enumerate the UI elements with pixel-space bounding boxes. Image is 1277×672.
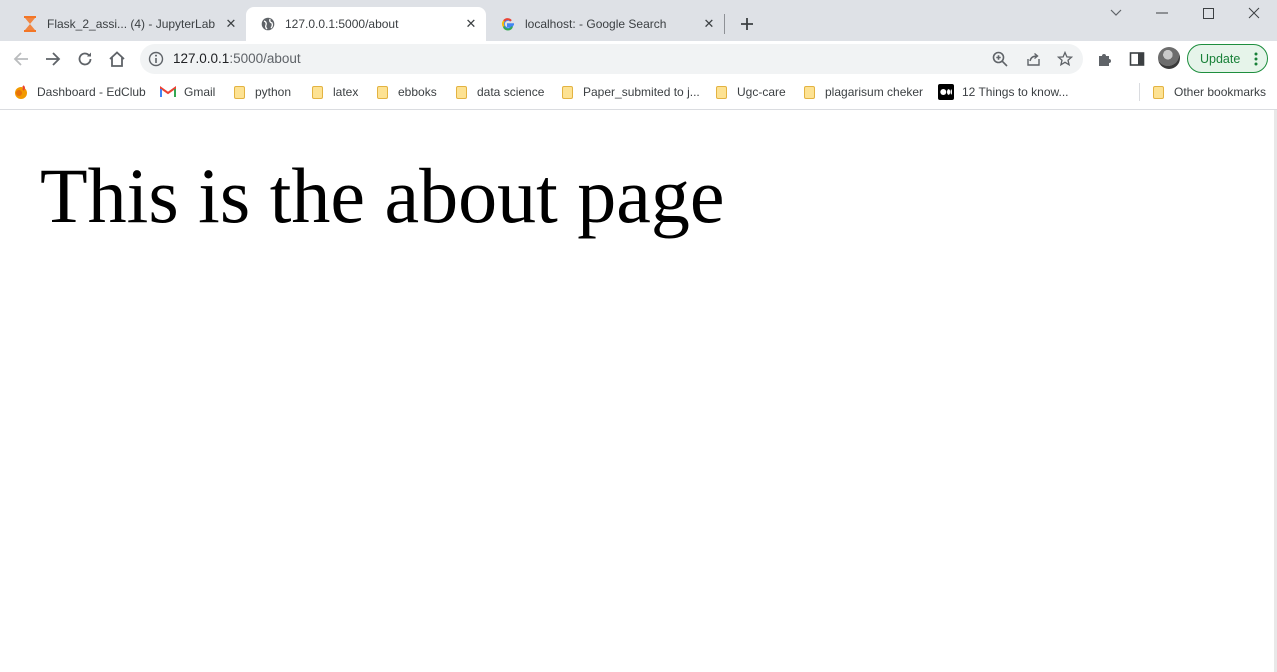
bookmarks-separator <box>1139 83 1140 101</box>
bookmark-label: Dashboard - EdClub <box>37 85 146 99</box>
folder-icon <box>231 84 247 100</box>
update-label: Update <box>1200 51 1241 66</box>
tab-jupyterlab[interactable]: Flask_2_assi... (4) - JupyterLab ✕ <box>8 7 246 41</box>
google-g-icon <box>500 16 516 32</box>
reload-button[interactable] <box>72 46 98 72</box>
url-text[interactable]: 127.0.0.1:5000/about <box>173 51 301 66</box>
bookmark-folder-python[interactable]: python <box>231 82 291 102</box>
update-button[interactable]: Update <box>1187 44 1268 73</box>
globe-icon <box>260 16 276 32</box>
web-page-content: This is the about page <box>0 110 1274 672</box>
close-window-button[interactable] <box>1231 0 1277 26</box>
tab-search-chevron-down-icon[interactable] <box>1093 0 1139 26</box>
address-bar[interactable]: 127.0.0.1:5000/about <box>140 44 1083 74</box>
bookmark-star-icon[interactable] <box>1055 49 1075 69</box>
url-path: :5000/about <box>229 51 301 66</box>
folder-icon <box>1150 84 1166 100</box>
jupyter-hourglass-icon <box>22 16 38 32</box>
tab-title: 127.0.0.1:5000/about <box>285 17 399 31</box>
bookmark-label: 12 Things to know... <box>962 85 1069 99</box>
bookmark-label: latex <box>333 85 359 99</box>
new-tab-button[interactable] <box>736 13 758 35</box>
tab-about-page[interactable]: 127.0.0.1:5000/about ✕ <box>246 7 486 41</box>
home-button[interactable] <box>104 46 130 72</box>
folder-icon <box>453 84 469 100</box>
edclub-icon <box>13 84 29 100</box>
bookmark-label: Other bookmarks <box>1174 85 1267 99</box>
bookmark-folder-ugc-care[interactable]: Ugc-care <box>713 82 786 102</box>
forward-button[interactable] <box>40 46 66 72</box>
zoom-icon[interactable] <box>990 49 1010 69</box>
bookmark-dashboard-edclub[interactable]: Dashboard - EdClub <box>13 82 146 102</box>
medium-icon <box>938 84 954 100</box>
bookmark-folder-ebboks[interactable]: ebboks <box>374 82 437 102</box>
extensions-puzzle-icon[interactable] <box>1092 46 1118 72</box>
tab-strip: Flask_2_assi... (4) - JupyterLab ✕ 127.0… <box>0 0 1277 41</box>
bookmark-label: Ugc-care <box>737 85 786 99</box>
bookmark-folder-paper-submited[interactable]: Paper_submited to j... <box>559 82 700 102</box>
tab-title: Flask_2_assi... (4) - JupyterLab <box>47 17 216 31</box>
side-panel-icon[interactable] <box>1124 46 1150 72</box>
tab-google-search[interactable]: localhost: - Google Search ✕ <box>486 7 724 41</box>
bookmark-label: data science <box>477 85 545 99</box>
bookmark-label: Paper_submited to j... <box>583 85 700 99</box>
tab-separator <box>724 14 725 34</box>
gmail-icon <box>160 84 176 100</box>
folder-icon <box>801 84 817 100</box>
browser-toolbar: 127.0.0.1:5000/about Update <box>0 41 1277 76</box>
close-icon[interactable]: ✕ <box>700 15 718 33</box>
folder-icon <box>374 84 390 100</box>
url-host: 127.0.0.1 <box>173 51 230 66</box>
back-button[interactable] <box>8 46 34 72</box>
bookmark-folder-latex[interactable]: latex <box>309 82 358 102</box>
bookmark-12-things[interactable]: 12 Things to know... <box>938 82 1069 102</box>
profile-avatar[interactable] <box>1158 47 1180 69</box>
maximize-button[interactable] <box>1185 0 1231 26</box>
tab-title: localhost: - Google Search <box>525 17 667 31</box>
bookmark-folder-plagarisum-cheker[interactable]: plagarisum cheker <box>801 82 923 102</box>
page-heading: This is the about page <box>40 152 725 239</box>
minimize-button[interactable] <box>1139 0 1185 26</box>
bookmarks-bar: Dashboard - EdClub Gmail python latex eb… <box>0 76 1277 110</box>
close-icon[interactable]: ✕ <box>222 15 240 33</box>
bookmark-label: Gmail <box>184 85 216 99</box>
close-icon[interactable]: ✕ <box>462 15 480 33</box>
bookmark-gmail[interactable]: Gmail <box>160 82 215 102</box>
bookmark-label: ebboks <box>398 85 437 99</box>
bookmark-label: python <box>255 85 292 99</box>
bookmark-label: plagarisum cheker <box>825 85 924 99</box>
more-menu-icon[interactable] <box>1254 51 1258 67</box>
bookmark-folder-data-science[interactable]: data science <box>453 82 544 102</box>
folder-icon <box>559 84 575 100</box>
folder-icon <box>713 84 729 100</box>
site-info-icon[interactable] <box>148 51 164 67</box>
bookmark-other-bookmarks[interactable]: Other bookmarks <box>1150 82 1266 102</box>
folder-icon <box>309 84 325 100</box>
share-icon[interactable] <box>1023 49 1043 69</box>
